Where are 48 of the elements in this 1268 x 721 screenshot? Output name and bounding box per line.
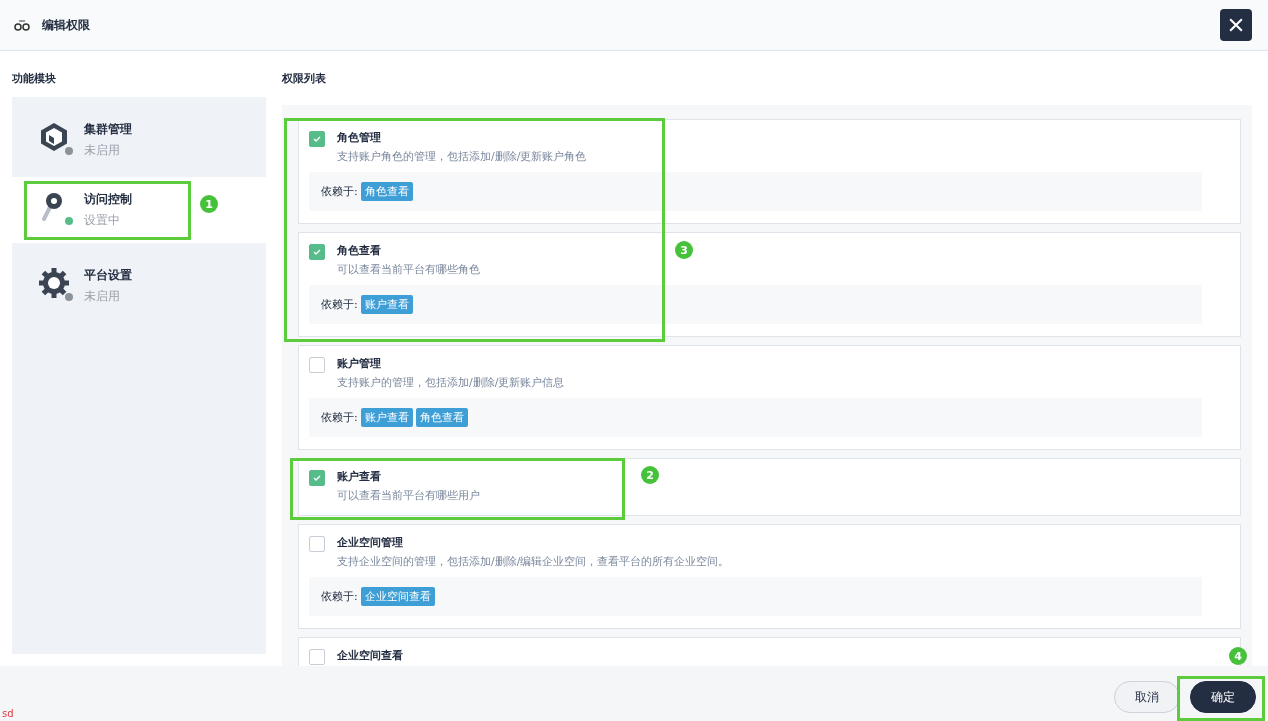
dependency-label: 依赖于: xyxy=(321,184,358,199)
permission-name: 角色查看 xyxy=(337,243,382,258)
note-text: sd xyxy=(1,708,14,721)
module-name: 平台设置 xyxy=(84,267,132,284)
module-status: 设置中 xyxy=(84,212,121,229)
dependency-tag: 角色查看 xyxy=(360,182,413,201)
checkbox[interactable] xyxy=(309,470,325,486)
checkbox[interactable] xyxy=(309,244,325,260)
module-status: 未启用 xyxy=(84,288,121,305)
module-item[interactable]: 平台设置 未启用 xyxy=(12,243,266,323)
dependency-label: 依赖于: xyxy=(321,297,358,312)
confirm-button[interactable]: 确定 xyxy=(1190,681,1256,713)
window-title: 编辑权限 xyxy=(42,16,91,34)
section-heading: 权限列表 xyxy=(282,71,327,87)
permission-name: 账户查看 xyxy=(337,469,382,484)
glasses-icon xyxy=(14,19,30,31)
permission-description: 可以查看当前平台有哪些角色 xyxy=(337,262,480,277)
module-item[interactable]: 集群管理 未启用 xyxy=(12,97,266,177)
permission-description: 支持账户角色的管理，包括添加/删除/更新账户角色 xyxy=(337,149,587,164)
dependency-label: 依赖于: xyxy=(321,410,358,425)
dependency-label: 依赖于: xyxy=(321,589,358,604)
dependency-tag: 角色查看 xyxy=(415,408,468,427)
close-button[interactable] xyxy=(1220,9,1252,41)
permission-name: 角色管理 xyxy=(337,130,382,145)
dependency-tag: 账户查看 xyxy=(360,295,413,314)
module-name: 访问控制 xyxy=(84,191,132,208)
section-heading: 功能模块 xyxy=(12,71,57,87)
check-icon xyxy=(312,134,322,144)
permission-name: 账户管理 xyxy=(337,356,382,371)
permission-description: 可以查看当前平台有哪些用户 xyxy=(337,488,480,503)
permission-description: 支持账户的管理，包括添加/删除/更新账户信息 xyxy=(337,375,565,390)
close-icon xyxy=(1229,18,1243,32)
gear-icon xyxy=(38,267,70,299)
module-status: 未启用 xyxy=(84,142,121,159)
dependency-tag: 账户查看 xyxy=(360,408,413,427)
check-icon xyxy=(312,247,322,257)
module-name: 集群管理 xyxy=(84,121,132,138)
permission-description: 支持企业空间的管理，包括添加/删除/编辑企业空间，查看平台的所有企业空间。 xyxy=(337,554,730,569)
checkbox[interactable] xyxy=(309,649,325,665)
hexagon-box-icon xyxy=(38,121,70,153)
checkbox[interactable] xyxy=(309,131,325,147)
permission-name: 企业空间查看 xyxy=(337,648,403,663)
cancel-button[interactable]: 取消 xyxy=(1114,681,1180,713)
dependency-tag: 企业空间查看 xyxy=(360,587,435,606)
checkbox[interactable] xyxy=(309,357,325,373)
check-icon xyxy=(312,473,322,483)
permission-name: 企业空间管理 xyxy=(337,535,404,550)
checkbox[interactable] xyxy=(309,536,325,552)
